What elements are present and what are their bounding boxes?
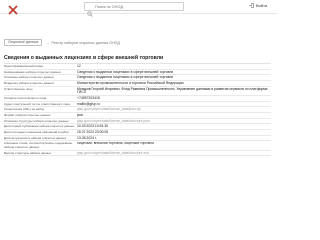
row-value: json	[77, 113, 84, 117]
breadcrumb-separator: →	[45, 40, 50, 45]
row-label: Ответственное лицо	[4, 86, 33, 91]
row-label: Владелец набора открытых данных	[4, 81, 54, 86]
row-value: Министерство промышленности и торговли Р…	[77, 81, 184, 86]
row-label: Телефон ответственного лица	[4, 95, 47, 100]
login-icon	[249, 3, 254, 8]
table-row: Ответственное лицо Моньков Георгий Игоре…	[4, 87, 271, 96]
structure-version-link[interactable]: gisp.gov.ru/opendata/license_data/struct…	[76, 151, 271, 156]
row-value: 10.03.2023 10:51:30	[77, 124, 109, 129]
row-label: Наименование набора открытых данных	[4, 69, 61, 74]
gisp-logo-icon[interactable]	[8, 2, 18, 15]
row-value: Моньков Георгий Игоревич, Фонд Развития …	[77, 86, 268, 95]
search-input[interactable]	[95, 3, 181, 10]
top-bar: Войти	[0, 0, 277, 17]
breadcrumb-current[interactable]: Реестр наборов открытых данных ОНОД	[51, 41, 119, 45]
search-icon	[87, 4, 93, 17]
page-title: Сведения о выданных лицензиях в сфере вн…	[4, 55, 164, 61]
row-label: Версия структуры набора данных	[4, 150, 52, 155]
breadcrumb: Открытые данные → Реестр наборов открыты…	[4, 39, 120, 46]
row-label: Ключевые слова, соответствующие содержан…	[4, 141, 72, 150]
email-link[interactable]: mailto@gisp.ru	[76, 102, 271, 107]
table-row: Ключевые слова, соответствующие содержан…	[4, 141, 271, 151]
structure-link[interactable]: gisp.gov.ru/opendata/license_data/struct…	[76, 119, 271, 124]
search-box[interactable]	[84, 2, 184, 17]
dataset-url-link[interactable]: gisp.gov.ru/opendata/license_data/json.z…	[76, 107, 271, 112]
row-value: Сведения о выданных лицензиях в сфере вн…	[77, 69, 174, 74]
login-button[interactable]: Войти	[249, 3, 267, 8]
row-label: Адрес электронной почты ответственного л…	[4, 101, 70, 106]
row-label: Формат набора открытых данных	[4, 113, 51, 117]
dataset-passport-table: Идентификационный номер 12 Наименование …	[4, 63, 271, 157]
row-label: Гиперссылка (URL) на набор	[4, 107, 45, 112]
row-value: +74957203418	[77, 95, 100, 100]
row-value: лицензии, внешняя торговля, лицензии тор…	[77, 141, 155, 146]
row-label: Дата последнего внесения изменений в наб…	[4, 130, 69, 135]
row-label: Дата актуальности набора открытых данных	[4, 135, 67, 140]
row-value: 15.07.2024 23:00:05	[77, 130, 109, 135]
row-value: Сведения о выданных лицензиях в сфере вн…	[77, 75, 174, 80]
login-label: Войти	[256, 3, 268, 8]
row-label: Идентификационный номер	[4, 64, 44, 68]
breadcrumb-home-link[interactable]: Открытые данные	[4, 39, 43, 46]
row-value: 13.08.2024 г.	[77, 135, 97, 140]
row-label: Описание набора открытых данных	[4, 75, 54, 80]
table-row: Версия структуры набора данных gisp.gov.…	[4, 151, 271, 157]
row-label: Дата первой публикации набора открытых д…	[4, 124, 75, 129]
row-value: 12	[77, 64, 81, 68]
row-label: Описание структуры набора открытых данны…	[4, 118, 69, 123]
